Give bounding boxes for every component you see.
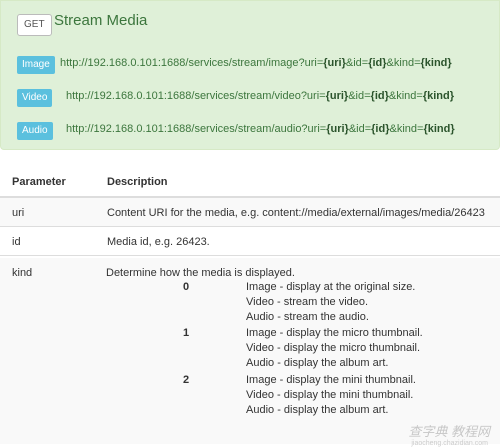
param-description: Determine how the media is displayed. (106, 267, 295, 279)
param-description: Media id, e.g. 26423. (107, 235, 210, 248)
kind-option-line: Audio - display the album art. (246, 404, 389, 416)
param-name: uri (12, 207, 25, 219)
table-row: id Media id, e.g. 26423. (0, 226, 500, 255)
table-header-row: Parameter Description (0, 168, 500, 197)
kind-option-value: 2 (183, 374, 190, 386)
audio-url[interactable]: http://192.168.0.101:1688/services/strea… (66, 123, 455, 135)
image-url[interactable]: http://192.168.0.101:1688/services/strea… (60, 57, 452, 69)
kind-option-line: Image - display the micro thumbnail. (246, 327, 423, 339)
kind-option-line: Audio - stream the audio. (246, 311, 369, 323)
panel-title[interactable]: Stream Media (54, 12, 147, 29)
image-label: Image (17, 56, 55, 74)
kind-option-line: Audio - display the album art. (246, 357, 389, 369)
kind-option-line: Image - display the mini thumbnail. (246, 374, 416, 386)
kind-option-value: 0 (183, 281, 190, 293)
param-name: id (12, 235, 21, 248)
kind-option-line: Image - display at the original size. (246, 281, 416, 293)
param-name: kind (12, 267, 33, 279)
video-label: Video (17, 89, 53, 107)
kind-option-line: Video - display the mini thumbnail. (246, 389, 414, 401)
video-url[interactable]: http://192.168.0.101:1688/services/strea… (66, 90, 454, 102)
kind-option-line: Video - display the micro thumbnail. (246, 342, 421, 354)
param-description: Content URI for the media, e.g. content:… (107, 207, 485, 219)
kind-option-value: 1 (183, 327, 190, 339)
watermark-text: 查字典 教程网 (408, 424, 490, 439)
audio-label: Audio (17, 122, 53, 140)
method-badge: GET (17, 14, 52, 36)
endpoint-panel: GET Stream Media Image http://192.168.0.… (0, 0, 500, 150)
header-parameter: Parameter (12, 176, 66, 188)
table-row: uri Content URI for the media, e.g. cont… (0, 197, 500, 226)
table-row-kind: kind Determine how the media is displaye… (0, 258, 500, 444)
header-description: Description (107, 176, 168, 188)
parameters-table: Parameter Description uri Content URI fo… (0, 168, 500, 256)
kind-option-line: Video - stream the video. (246, 296, 369, 308)
